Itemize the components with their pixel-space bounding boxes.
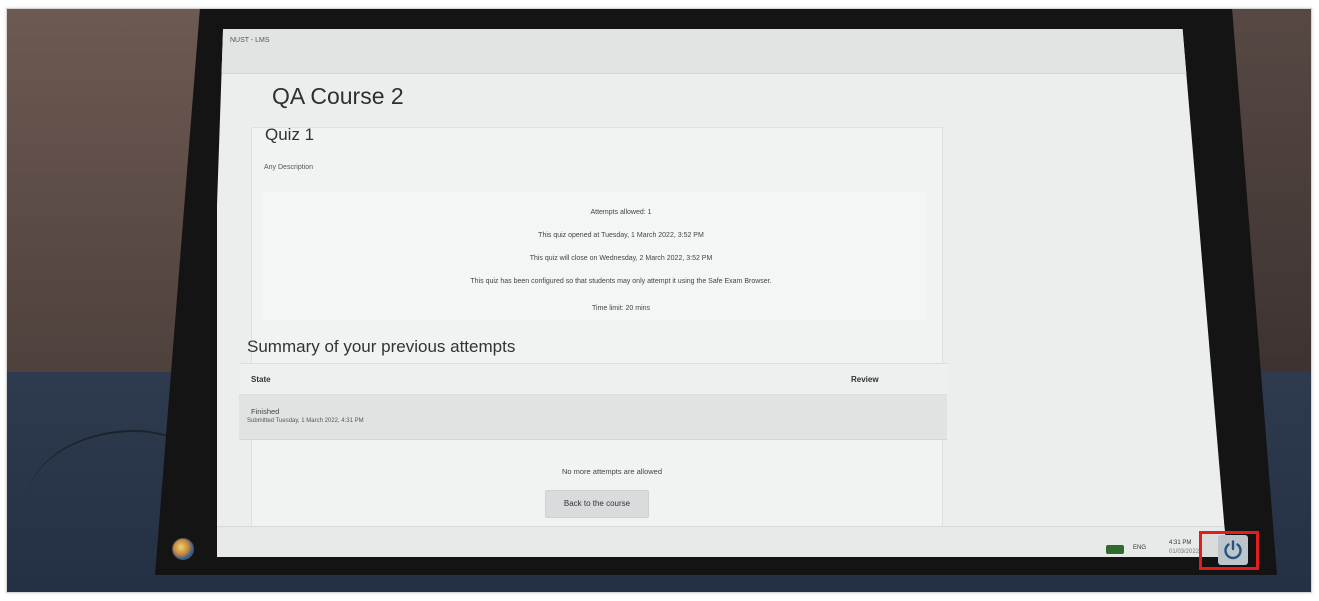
top-navbar: NUST - LMS [217,29,1227,74]
clock[interactable]: 4:31 PM 01/03/2022 [1169,539,1199,557]
attempt-submitted: Submitted Tuesday, 1 March 2022, 4:31 PM [247,418,364,424]
site-brand[interactable]: NUST - LMS [230,37,270,44]
seb-requirement: This quiz has been configured so that st… [470,278,772,285]
quiz-description: Any Description [264,164,314,171]
taskbar [217,526,1227,557]
table-row: Finished Submitted Tuesday, 1 March 2022… [239,395,947,440]
folder-icon[interactable] [1106,545,1124,554]
attempt-state: Finished [251,407,280,416]
highlight-box [1199,531,1259,570]
attempts-allowed: Attempts allowed: 1 [590,209,652,216]
column-header-state: State [251,375,271,384]
quiz-open-date: This quiz opened at Tuesday, 1 March 202… [538,232,704,239]
photo-frame: NUST - LMS QA Course 2 Quiz 1 Any Descri… [6,8,1312,593]
attempts-table: State Review Finished Submitted Tuesday,… [239,363,947,440]
time-limit: Time limit: 20 mins [591,305,651,312]
column-header-review: Review [851,375,879,384]
quiz-close-date: This quiz will close on Wednesday, 2 Mar… [529,255,713,262]
table-header-row: State Review [239,363,947,395]
back-to-course-button[interactable]: Back to the course [545,490,649,518]
language-indicator[interactable]: ENG [1133,545,1146,551]
clock-date: 01/03/2022 [1169,549,1200,555]
quiz-title: Quiz 1 [265,125,315,144]
course-title: QA Course 2 [272,83,404,109]
summary-title: Summary of your previous attempts [247,337,516,356]
browser-globe-icon[interactable] [172,538,194,560]
no-more-attempts: No more attempts are allowed [561,467,663,476]
clock-time: 4:31 PM [1169,540,1192,546]
screen: NUST - LMS QA Course 2 Quiz 1 Any Descri… [217,29,1227,557]
